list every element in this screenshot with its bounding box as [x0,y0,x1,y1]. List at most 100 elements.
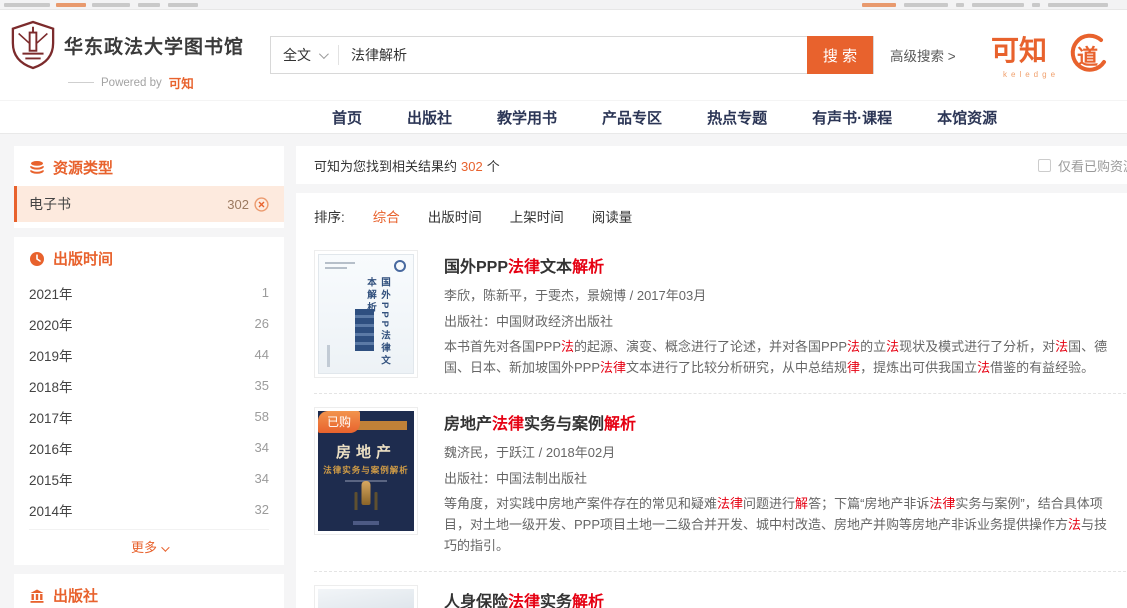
highlight-term: 法律 [492,416,524,433]
highlight-term: 解析 [572,259,604,276]
result-description: 本书首先对各国PPP法的起源、演变、概念进行了论述，并对各国PPP法的立法现状及… [444,336,1116,378]
purchased-only-label: 仅看已购资源 [1058,156,1127,175]
main-nav: 首页 出版社 教学用书 产品专区 热点专题 有声书·课程 本馆资源 [0,100,1127,134]
year-filter-label: 2014年 [29,500,73,520]
topbar-fragment [168,3,198,7]
search-button[interactable]: 搜 索 [807,36,873,74]
pub-time-list: 2021年12020年262019年44 2018年 35 2017年582016年3… [14,277,284,525]
year-filter[interactable]: 2020年26 [14,308,284,339]
remove-filter-icon[interactable] [254,197,269,212]
sort-label: 排序: [314,206,345,226]
text-part: 借鉴的有益经验。 [990,360,1094,375]
search-scope-dropdown[interactable]: 全文 [271,45,338,65]
sort-option-1[interactable]: 综合 [373,206,400,226]
sort-option-2[interactable]: 出版时间 [428,206,482,226]
year-filter-count: 32 [255,502,269,517]
more-years-button[interactable]: 更多 [29,529,269,565]
text-part: 国外PPP [444,259,508,276]
highlight-term: 法 [1055,339,1068,354]
publisher-building-icon [29,588,45,604]
results-card: 排序: 综合出版时间上架时间阅读量 国外PPP法律文本解析国外PPP法律文本解析… [296,193,1127,608]
summary-prefix: 可知为您找到相关结果约 [314,159,457,174]
year-filter[interactable]: 2021年1 [14,277,284,308]
year-filter[interactable]: 2015年34 [14,463,284,494]
year-filter-count: 34 [255,440,269,455]
year-filter[interactable]: 2019年44 [14,339,284,370]
result-title-link[interactable]: 房地产法律实务与案例解析 [444,410,1127,434]
book-cover[interactable]: THE INSURANCE LAW & PRACTICE人身保险法律实务解析 [318,589,414,608]
resource-type-title: 资源类型 [53,157,113,178]
advanced-search-link[interactable]: 高级搜索 > [890,45,956,65]
result-content: 国外PPP法律文本解析李欣，陈新平，于雯杰，景婉博 / 2017年03月出版社：… [444,250,1127,378]
more-label: 更多 [131,540,157,555]
year-filter-count: 44 [255,347,269,362]
highlight-term: 法律 [717,496,743,511]
result-content: 人身保险法律实务解析恒安标准人寿保险有限公司法律部 / 2012年02月出版社：… [444,585,1127,608]
filter-ebook[interactable]: 电子书 302 [14,186,284,222]
year-filter-label: 2018年 [29,376,73,396]
library-name: 华东政法大学图书馆 [64,32,244,59]
nav-item-2[interactable]: 出版社 [407,107,452,128]
keledge-logo-text: 可知 [991,34,1047,66]
highlight-term: 法律 [600,360,626,375]
book-cover[interactable]: 国外PPP法律文本解析 [318,254,414,374]
cover-subtitle: 法律实务与案例解析 [318,464,414,476]
results-column: 可知为您找到相关结果约302个 仅看已购资源 排序: 综合 出版时间 上架时间 阅读量… [296,146,1127,608]
result-title-link[interactable]: 人身保险法律实务解析 [444,588,1127,608]
results-count-bar: 可知为您找到相关结果约302个 仅看已购资源 [296,146,1127,184]
highlight-term: 解析 [572,594,604,608]
purchased-only-filter[interactable]: 仅看已购资源 [1038,156,1127,175]
text-part: 魏济民，于跃江 / 2018年02月 [444,445,615,460]
database-icon [29,160,45,176]
nav-item-3[interactable]: 教学用书 [497,107,557,128]
resource-type-card: 资源类型 电子书 302 [14,146,284,228]
year-filter[interactable]: 2017年58 [14,401,284,432]
topbar-fragment [138,3,160,7]
keledge-logo-sub: keledge [1003,70,1059,79]
result-content: 房地产法律实务与案例解析魏济民，于跃江 / 2018年02月出版社：中国法制出版… [444,407,1127,556]
search-input[interactable] [339,47,807,63]
sort-options: 综合 出版时间 上架时间 阅读量 [373,206,633,226]
purchased-only-checkbox[interactable] [1038,159,1051,172]
nav-item-1[interactable]: 首页 [332,107,362,128]
result-authors-date: 李欣，陈新平，于雯杰，景婉博 / 2017年03月 [444,285,1127,304]
year-filter[interactable]: 2014年 32 [14,494,284,525]
topbar-fragment [972,3,1024,7]
highlight-term: 法律 [508,259,540,276]
topbar-fragment [956,3,964,7]
highlight-term: 法 [847,339,860,354]
sort-option-4[interactable]: 阅读量 [592,206,633,226]
text-part: 问题进行 [743,496,795,511]
text-part: 现状及模式进行了分析，对 [899,339,1055,354]
book-cover-link[interactable]: THE INSURANCE LAW & PRACTICE人身保险法律实务解析 [314,585,418,608]
summary-suffix: 个 [487,159,500,174]
year-filter[interactable]: 2018年 35 [14,370,284,401]
clipped-top-bar [0,0,1127,10]
text-part: 答；下篇“房地产非诉 [808,496,929,511]
result-item-1: 国外PPP法律文本解析国外PPP法律文本解析李欣，陈新平，于雯杰，景婉博 / 2… [314,237,1127,394]
text-part: 本书首先对各国PPP [444,339,561,354]
year-filter-label: 2021年 [29,283,73,303]
book-cover-link[interactable]: 已购房地产法律实务与案例解析 [314,407,418,535]
nav-item-5[interactable]: 热点专题 [707,107,767,128]
text-part: 的立 [860,339,886,354]
highlight-term: 法 [977,360,990,375]
library-logo-block[interactable]: 华东政法大学图书馆 Powered by 可知 [10,16,258,94]
nav-item-7[interactable]: 本馆资源 [937,107,997,128]
year-filter[interactable]: 2016年34 [14,432,284,463]
sort-option-3[interactable]: 上架时间 [510,206,564,226]
result-item-2: 已购房地产法律实务与案例解析房地产法律实务与案例解析魏济民，于跃江 / 2018… [314,394,1127,572]
year-filter-count: 35 [255,378,269,393]
highlight-term: 法 [561,339,574,354]
nav-item-6[interactable]: 有声书·课程 [812,107,892,128]
result-title-link[interactable]: 国外PPP法律文本解析 [444,253,1127,277]
year-filter-label: 2017年 [29,407,73,427]
purchased-badge: 已购 [318,411,360,433]
clock-icon [29,251,45,267]
topbar-fragment [56,3,86,7]
book-cover-link[interactable]: 国外PPP法律文本解析 [314,250,418,378]
keledge-logo[interactable]: 可知 道 keledge [989,28,1107,82]
nav-item-4[interactable]: 产品专区 [602,107,662,128]
text-part: 人身保险 [444,594,508,608]
result-publisher: 出版社：中国法制出版社 [444,468,1127,487]
